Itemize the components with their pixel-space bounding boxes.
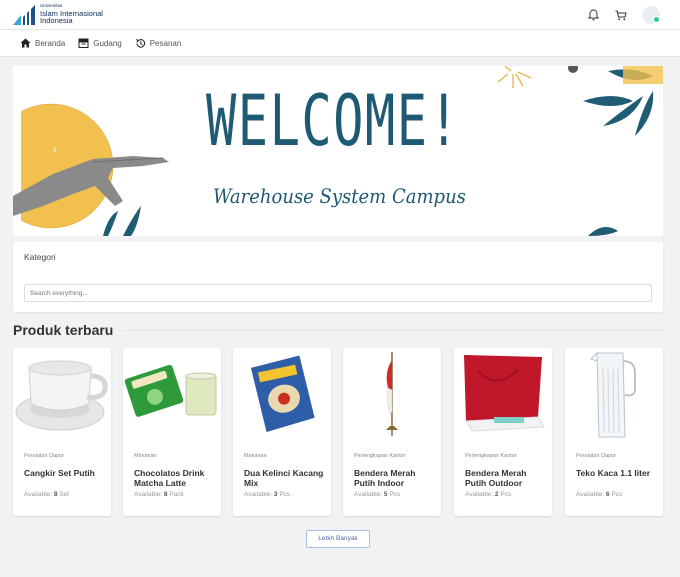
nav-item-pesanan[interactable]: Pesanan (135, 38, 182, 49)
home-icon (20, 38, 31, 48)
user-avatar[interactable] (642, 6, 660, 24)
product-name[interactable]: Teko Kaca 1.1 liter (576, 468, 656, 478)
logo-mark-icon (13, 5, 35, 25)
product-image (233, 348, 331, 440)
logo-line-3: Indonesia (40, 16, 73, 26)
main-nav: Beranda Gudang Pesanan (0, 30, 680, 57)
search-input[interactable] (24, 284, 652, 302)
product-image (343, 348, 441, 440)
product-name[interactable]: Cangkir Set Putih (24, 468, 104, 478)
banner-subtitle: Warehouse System Campus (213, 184, 466, 208)
product-category: Makanan (244, 453, 267, 459)
carousel-prev-icon[interactable]: ‹ (53, 142, 57, 156)
product-availability: Available: 3 Pcs (244, 491, 291, 498)
product-category: Perlengkapan Kantor (465, 453, 517, 459)
banner-title: WELCOME! (206, 80, 461, 162)
product-availability: Available: 6 Pcs (576, 491, 623, 498)
product-availability: Available: 5 Pcs (354, 491, 401, 498)
product-image (13, 348, 111, 440)
product-name[interactable]: Dua Kelinci Kacang Mix (244, 468, 324, 488)
top-header: Universitas Islam Internasional Indonesi… (0, 0, 680, 30)
nav-item-gudang[interactable]: Gudang (78, 38, 122, 48)
product-name[interactable]: Bendera Merah Putih Outdoor (465, 468, 545, 488)
product-list: Peralatan Dapur Cangkir Set Putih Availa… (13, 348, 663, 516)
product-card[interactable]: Peralatan Dapur Teko Kaca 1.1 liter Avai… (565, 348, 663, 516)
product-card[interactable]: Perlengkapan Kantor Bendera Merah Putih … (343, 348, 441, 516)
nav-label-pesanan: Pesanan (149, 38, 182, 48)
product-image (565, 348, 663, 440)
university-logo[interactable]: Universitas Islam Internasional Indonesi… (13, 3, 103, 26)
product-card[interactable]: Perlengkapan Kantor Bendera Merah Putih … (454, 348, 552, 516)
product-category: Peralatan Dapur (576, 453, 617, 459)
welcome-banner[interactable]: WELCOME! Warehouse System Campus ‹ (13, 66, 663, 236)
product-category: Minuman (134, 453, 157, 459)
load-more-button[interactable]: Lebih Banyak (306, 530, 370, 548)
product-availability: Available: 2 Pcs (465, 491, 512, 498)
product-card[interactable]: Peralatan Dapur Cangkir Set Putih Availa… (13, 348, 111, 516)
product-image (123, 348, 221, 440)
history-icon (135, 38, 145, 48)
product-category: Peralatan Dapur (24, 453, 65, 459)
product-card[interactable]: Minuman Chocolatos Drink Matcha Latte Av… (123, 348, 221, 516)
product-name[interactable]: Bendera Merah Putih Indoor (354, 468, 434, 488)
bell-icon[interactable] (586, 8, 600, 22)
product-category: Perlengkapan Kantor (354, 453, 406, 459)
cart-icon[interactable] (614, 8, 628, 22)
product-card[interactable]: Makanan Dua Kelinci Kacang Mix Available… (233, 348, 331, 516)
section-title: Produk terbaru (13, 322, 114, 338)
product-availability: Available: 8 Pack (134, 491, 184, 498)
nav-item-beranda[interactable]: Beranda (20, 38, 65, 48)
warehouse-icon (78, 38, 89, 48)
nav-label-gudang: Gudang (93, 38, 122, 48)
nav-label-beranda: Beranda (35, 38, 66, 48)
section-divider (123, 330, 663, 331)
product-name[interactable]: Chocolatos Drink Matcha Latte (134, 468, 214, 488)
kategori-card: Kategori (13, 242, 663, 312)
product-availability: Available: 8 Set (24, 491, 70, 498)
kategori-title: Kategori (24, 252, 56, 262)
product-image (454, 348, 552, 440)
